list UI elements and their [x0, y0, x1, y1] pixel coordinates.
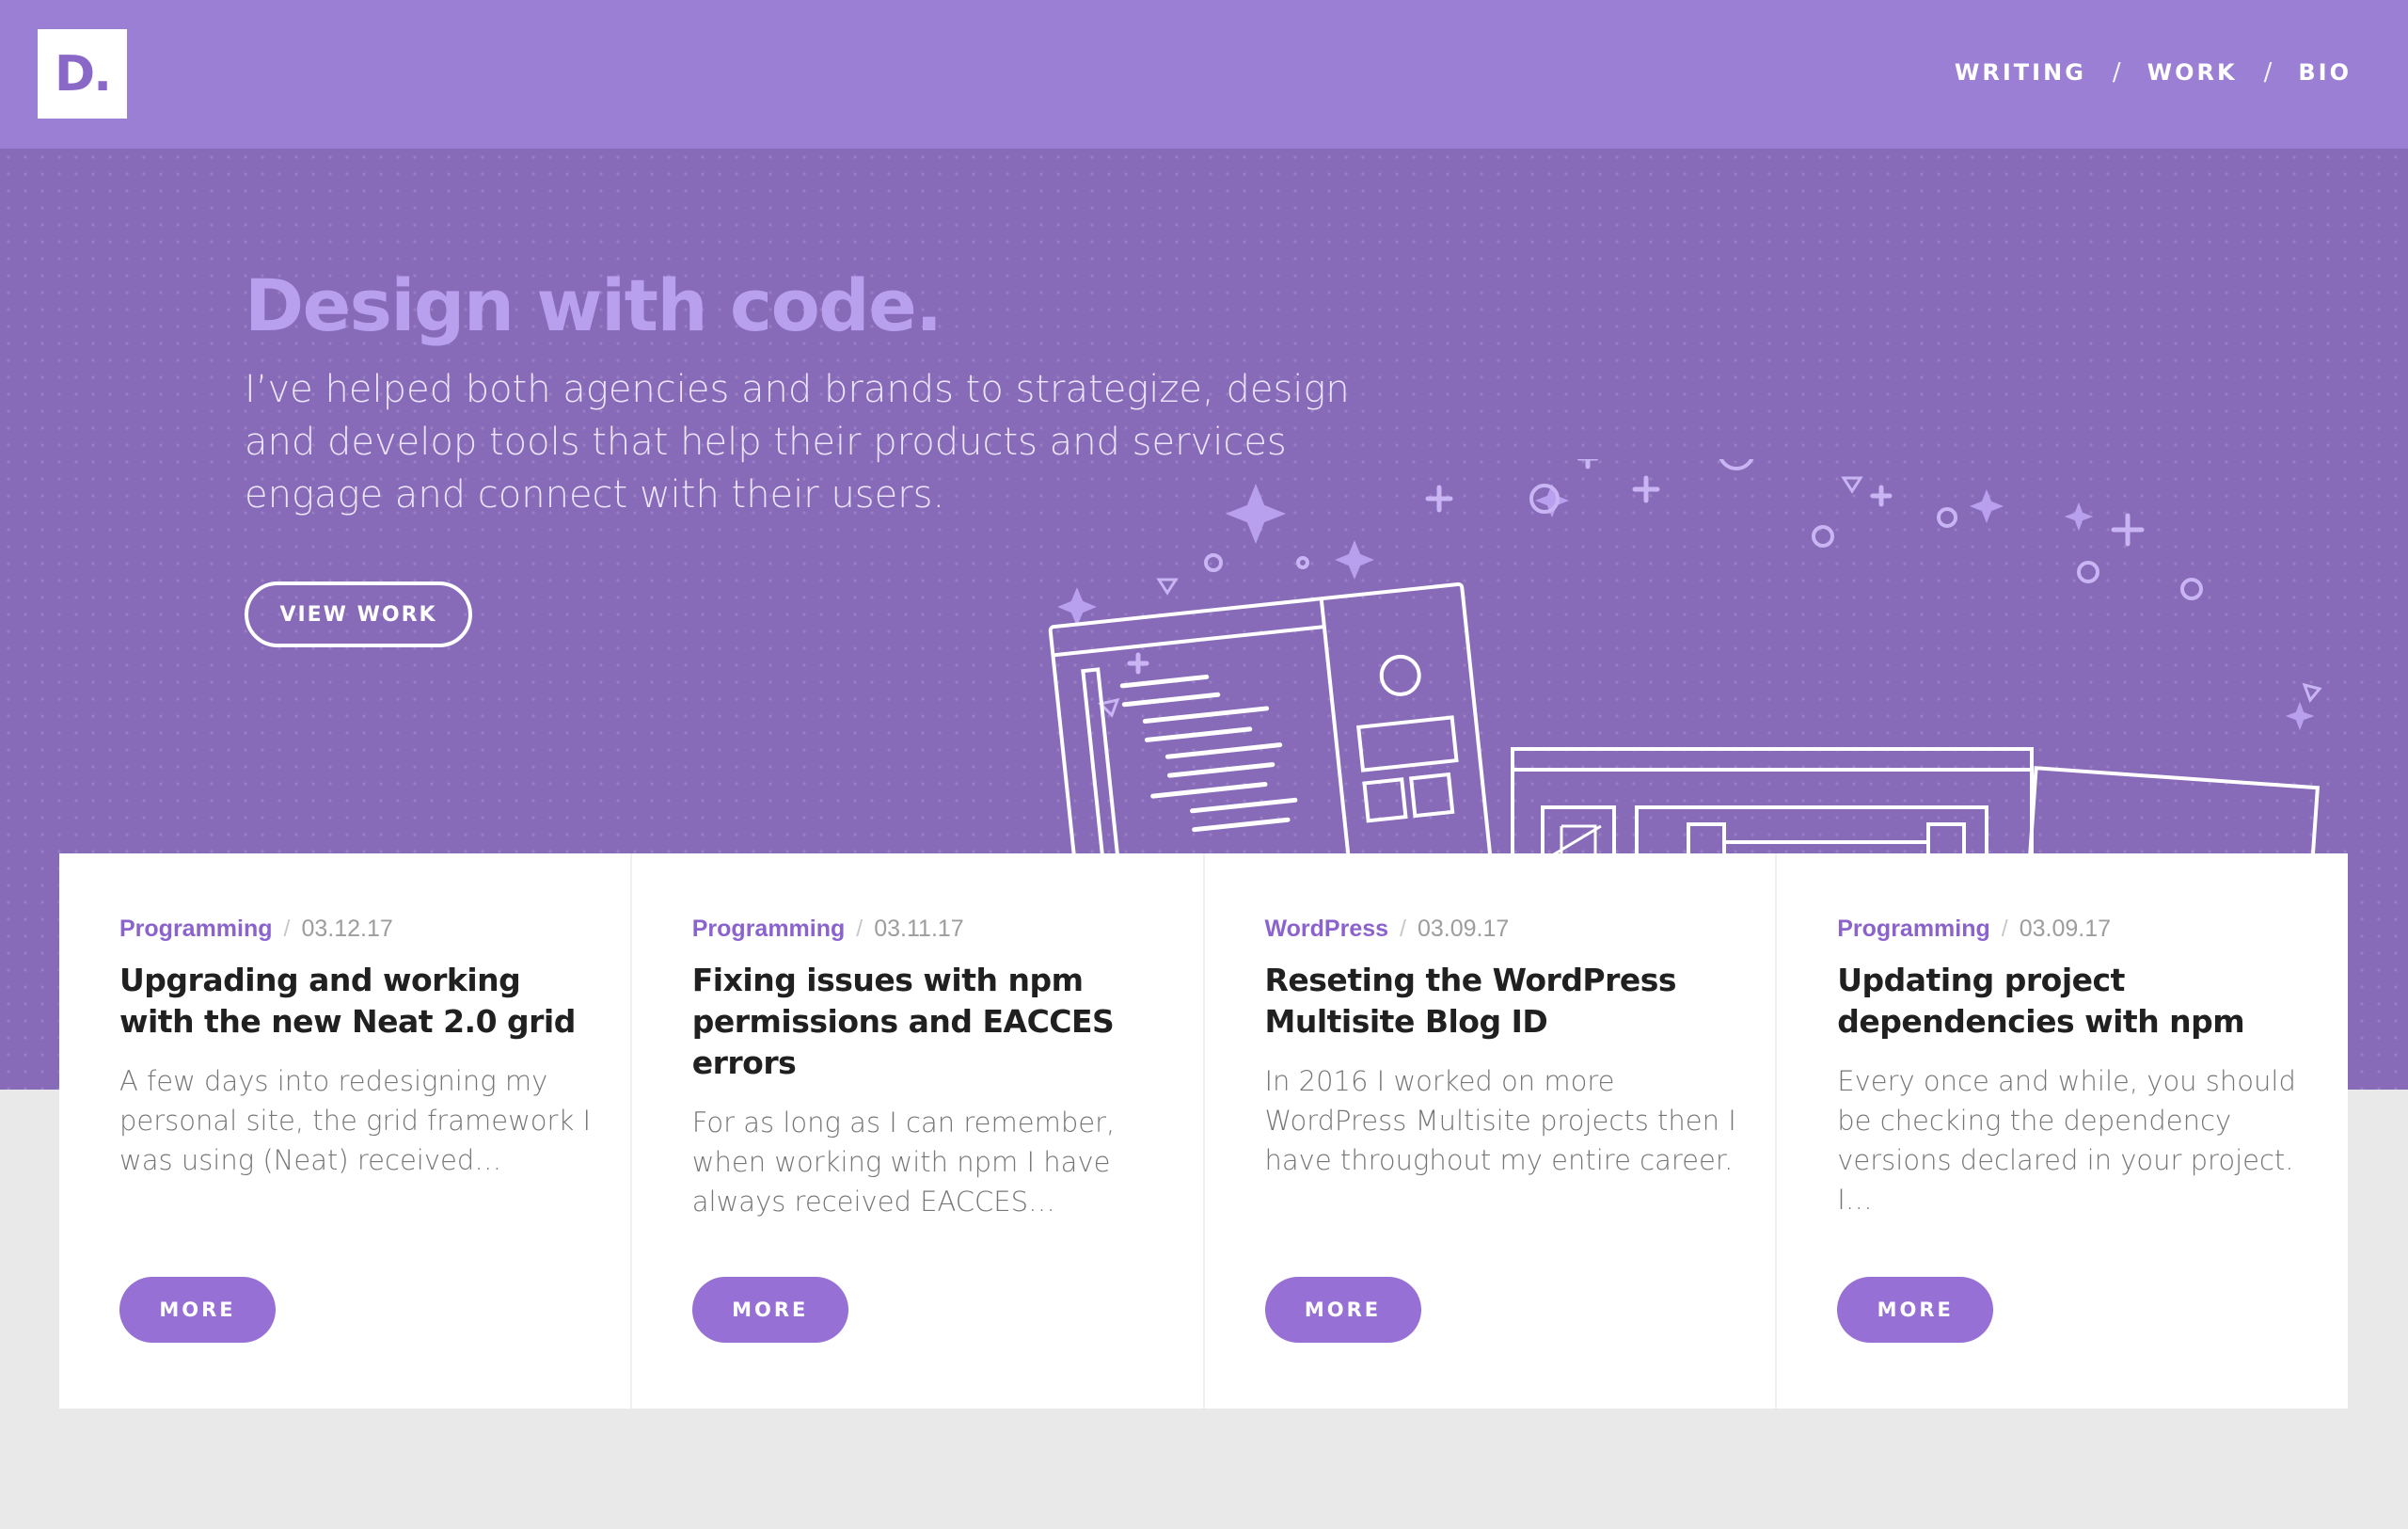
- plus-icons: [1127, 459, 2145, 675]
- post-excerpt: In 2016 I worked on more WordPress Multi…: [1264, 1065, 1736, 1176]
- top-bar: D. WRITING / WORK / BIO: [0, 0, 2408, 149]
- post-category[interactable]: WordPress: [1265, 916, 1389, 943]
- post-meta: Programming / 03.11.17: [692, 916, 1203, 943]
- post-card: Programming / 03.11.17 Fixing issues wit…: [629, 853, 1203, 1409]
- post-list: Programming / 03.12.17 Upgrading and wor…: [59, 853, 2348, 1409]
- post-excerpt: A few days into redesigning my personal …: [119, 1065, 592, 1176]
- meta-separator: /: [1400, 916, 1406, 942]
- post-category[interactable]: Programming: [119, 916, 273, 943]
- post-excerpt: For as long as I can remember, when work…: [691, 1107, 1116, 1218]
- post-card: Programming / 03.12.17 Upgrading and wor…: [59, 853, 630, 1409]
- main-nav: WRITING / WORK / BIO: [1955, 58, 2352, 87]
- site-logo[interactable]: D.: [38, 29, 127, 119]
- post-title[interactable]: Fixing issues with npm permissions and E…: [692, 960, 1172, 1084]
- view-work-button[interactable]: VIEW WORK: [245, 581, 472, 647]
- post-meta: Programming / 03.12.17: [119, 916, 630, 943]
- nav-work[interactable]: WORK: [2147, 59, 2238, 86]
- post-excerpt: Every once and while, you should be chec…: [1837, 1065, 2296, 1216]
- post-card: WordPress / 03.09.17 Reseting the WordPr…: [1202, 853, 1776, 1409]
- nav-separator: /: [2112, 58, 2121, 87]
- post-meta: Programming / 03.09.17: [1837, 916, 2348, 943]
- meta-separator: /: [283, 916, 291, 942]
- nav-bio[interactable]: BIO: [2298, 59, 2352, 86]
- more-button[interactable]: MORE: [119, 1277, 276, 1343]
- meta-separator: /: [2001, 916, 2008, 942]
- more-button[interactable]: MORE: [691, 1277, 848, 1343]
- post-date: 03.09.17: [2019, 916, 2112, 942]
- post-date: 03.12.17: [301, 916, 393, 942]
- post-date: 03.09.17: [1417, 916, 1510, 942]
- post-title[interactable]: Reseting the WordPress Multisite Blog ID: [1265, 960, 1745, 1043]
- post-title[interactable]: Updating project dependencies with npm: [1837, 960, 2317, 1043]
- nav-separator: /: [2263, 58, 2273, 87]
- post-meta: WordPress / 03.09.17: [1265, 916, 1776, 943]
- logo-text: D.: [55, 45, 112, 103]
- nav-writing[interactable]: WRITING: [1955, 59, 2086, 86]
- more-button[interactable]: MORE: [1837, 1277, 1994, 1343]
- post-date: 03.11.17: [874, 916, 964, 942]
- post-category[interactable]: Programming: [1837, 916, 1990, 943]
- more-button[interactable]: MORE: [1264, 1277, 1421, 1343]
- post-card: Programming / 03.09.17 Updating project …: [1775, 853, 2348, 1409]
- meta-separator: /: [856, 916, 863, 942]
- post-category[interactable]: Programming: [692, 916, 846, 943]
- hero-title: Design with code.: [245, 263, 943, 347]
- post-title[interactable]: Upgrading and working with the new Neat …: [119, 960, 599, 1043]
